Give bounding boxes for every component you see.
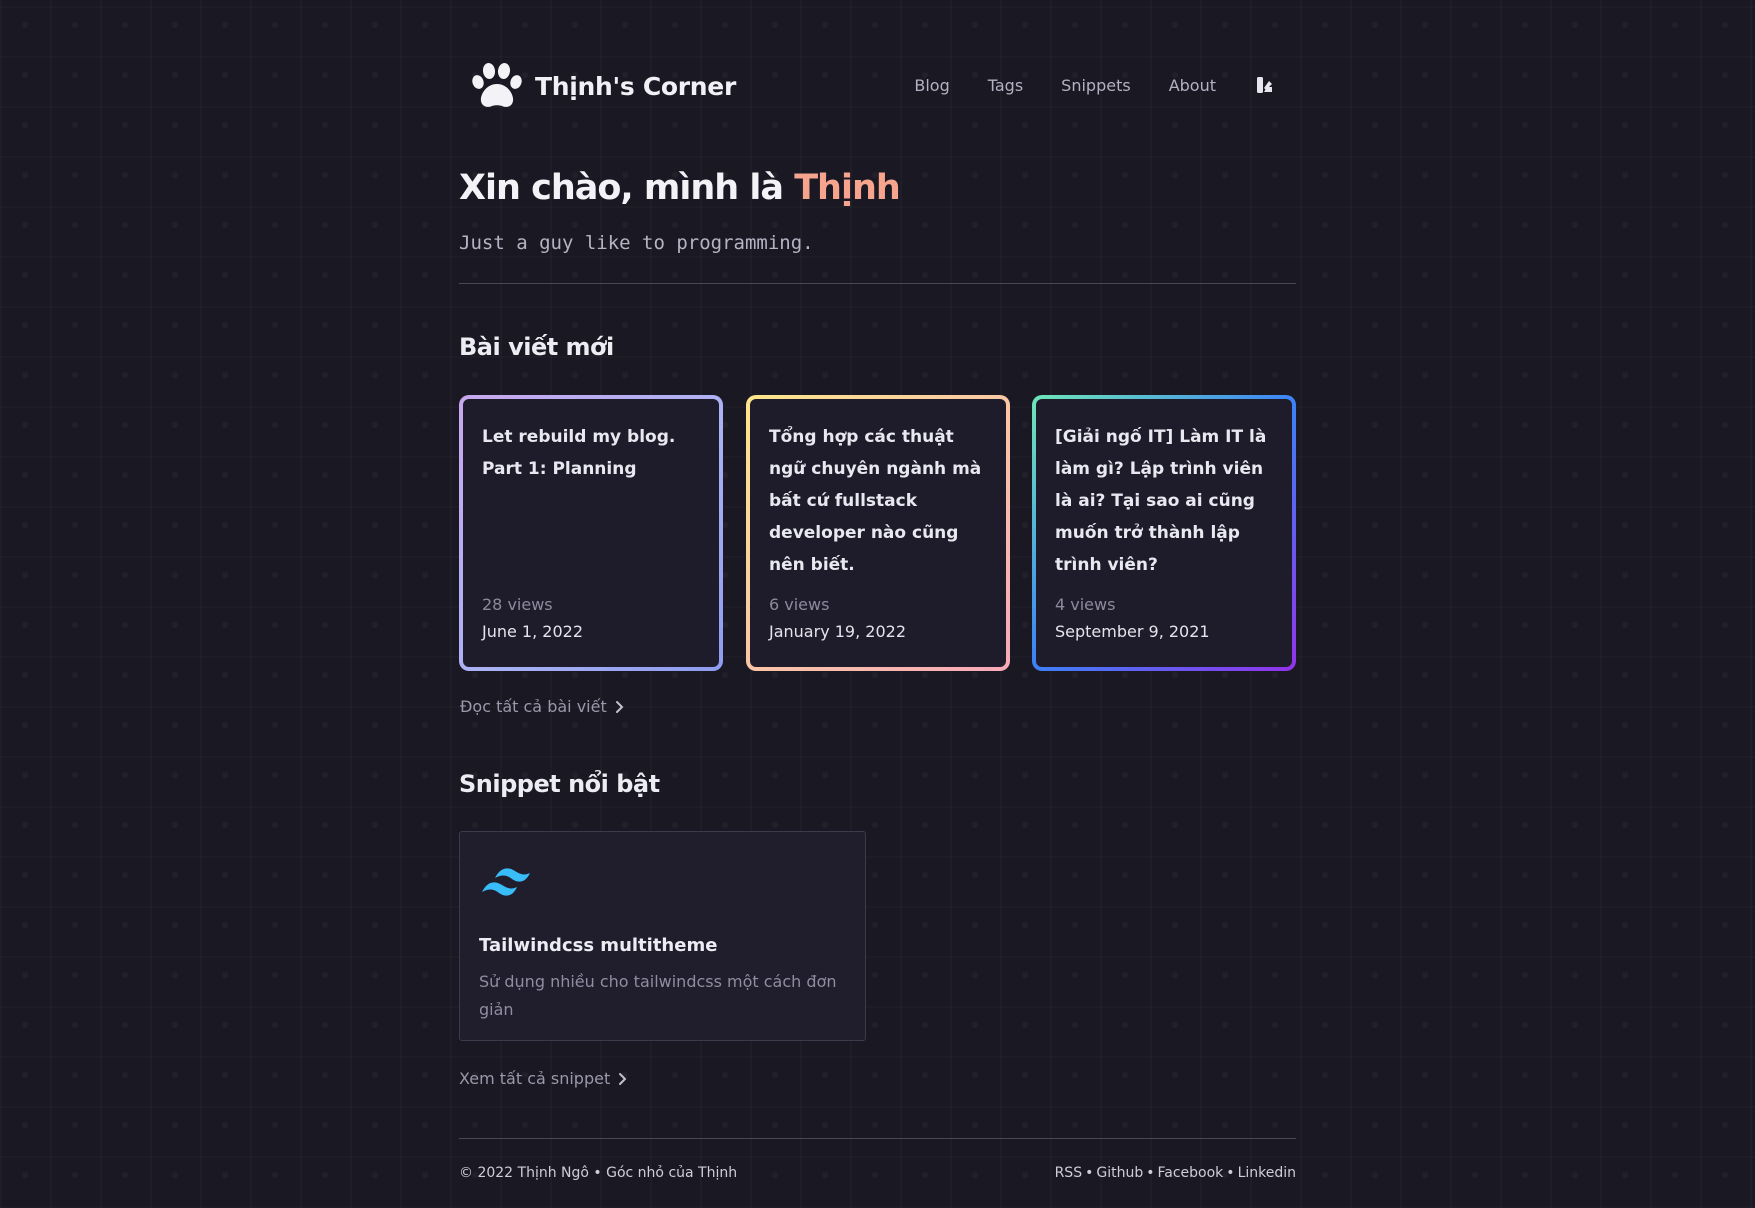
tailwindcss-icon (482, 868, 530, 896)
post-card[interactable]: Tổng hợp các thuật ngữ chuyên ngành mà b… (746, 395, 1010, 671)
post-title: Tổng hợp các thuật ngữ chuyên ngành mà b… (769, 427, 982, 575)
post-date: September 9, 2021 (1055, 622, 1210, 641)
nav-snippets[interactable]: Snippets (1061, 76, 1131, 95)
hero-name: Thịnh (794, 168, 901, 208)
snippet-card[interactable]: Tailwindcss multitheme Sử dụng nhiều cho… (459, 831, 866, 1041)
all-posts-label: Đọc tất cả bài viết (460, 697, 607, 716)
hero-subtitle: Just a guy like to programming. (459, 232, 814, 254)
chevron-right-icon (619, 1072, 627, 1085)
all-snippets-label: Xem tất cả snippet (459, 1069, 611, 1088)
post-date: January 19, 2022 (769, 622, 906, 641)
snippet-description: Sử dụng nhiều cho tailwindcss một cách đ… (479, 972, 837, 1019)
github-link[interactable]: Github (1096, 1165, 1143, 1181)
post-date: June 1, 2022 (482, 622, 583, 641)
snippet-title: Tailwindcss multitheme (479, 935, 718, 956)
featured-snippets-heading: Snippet nổi bật (459, 770, 660, 798)
post-card[interactable]: Let rebuild my blog. Part 1: Planning 28… (459, 395, 723, 671)
facebook-link[interactable]: Facebook (1158, 1165, 1224, 1181)
brand-link[interactable]: Thịnh's Corner (471, 62, 736, 110)
nav-about[interactable]: About (1169, 76, 1216, 95)
hero-divider (459, 283, 1296, 284)
post-card-body: Tổng hợp các thuật ngữ chuyên ngành mà b… (750, 399, 1006, 667)
main-nav: Blog Tags Snippets About (876, 72, 1296, 98)
page-container: Thịnh's Corner Blog Tags Snippets About … (459, 0, 1296, 1208)
all-posts-link[interactable]: Đọc tất cả bài viết (460, 697, 625, 716)
link-separator: • (1146, 1165, 1155, 1181)
footer-divider (459, 1138, 1296, 1139)
link-separator: • (1226, 1165, 1235, 1181)
nav-blog[interactable]: Blog (914, 76, 949, 95)
linkedin-link[interactable]: Linkedin (1238, 1165, 1296, 1181)
post-views: 28 views (482, 595, 553, 614)
copyright-text: © 2022 Thịnh Ngô • Góc nhỏ của Thịnh (459, 1165, 738, 1181)
social-links: RSS • Github • Facebook • Linkedin (1055, 1165, 1296, 1181)
hero-title: Xin chào, mình là Thịnh (459, 168, 901, 208)
link-separator: • (1085, 1165, 1094, 1181)
theme-palette-icon (1257, 77, 1272, 93)
post-card[interactable]: [Giải ngố IT] Làm IT là làm gì? Lập trìn… (1032, 395, 1296, 671)
hero-greeting: Xin chào, mình là (459, 168, 795, 208)
site-name: Thịnh's Corner (535, 71, 736, 101)
post-card-body: [Giải ngố IT] Làm IT là làm gì? Lập trìn… (1036, 399, 1292, 667)
all-snippets-link[interactable]: Xem tất cả snippet (459, 1069, 628, 1088)
recent-posts-heading: Bài viết mới (459, 333, 614, 361)
post-title: [Giải ngố IT] Làm IT là làm gì? Lập trìn… (1055, 427, 1267, 575)
post-card-body: Let rebuild my blog. Part 1: Planning 28… (463, 399, 719, 667)
chevron-right-icon (615, 700, 624, 713)
post-views: 4 views (1055, 595, 1116, 614)
paw-icon (472, 63, 522, 107)
rss-link[interactable]: RSS (1055, 1165, 1083, 1181)
post-views: 6 views (769, 595, 830, 614)
nav-tags[interactable]: Tags (988, 76, 1023, 95)
post-title: Let rebuild my blog. Part 1: Planning (482, 427, 676, 479)
site-header: Thịnh's Corner Blog Tags Snippets About (459, 56, 1296, 116)
post-grid: Let rebuild my blog. Part 1: Planning 28… (459, 395, 1296, 671)
theme-toggle-button[interactable] (1252, 72, 1278, 98)
